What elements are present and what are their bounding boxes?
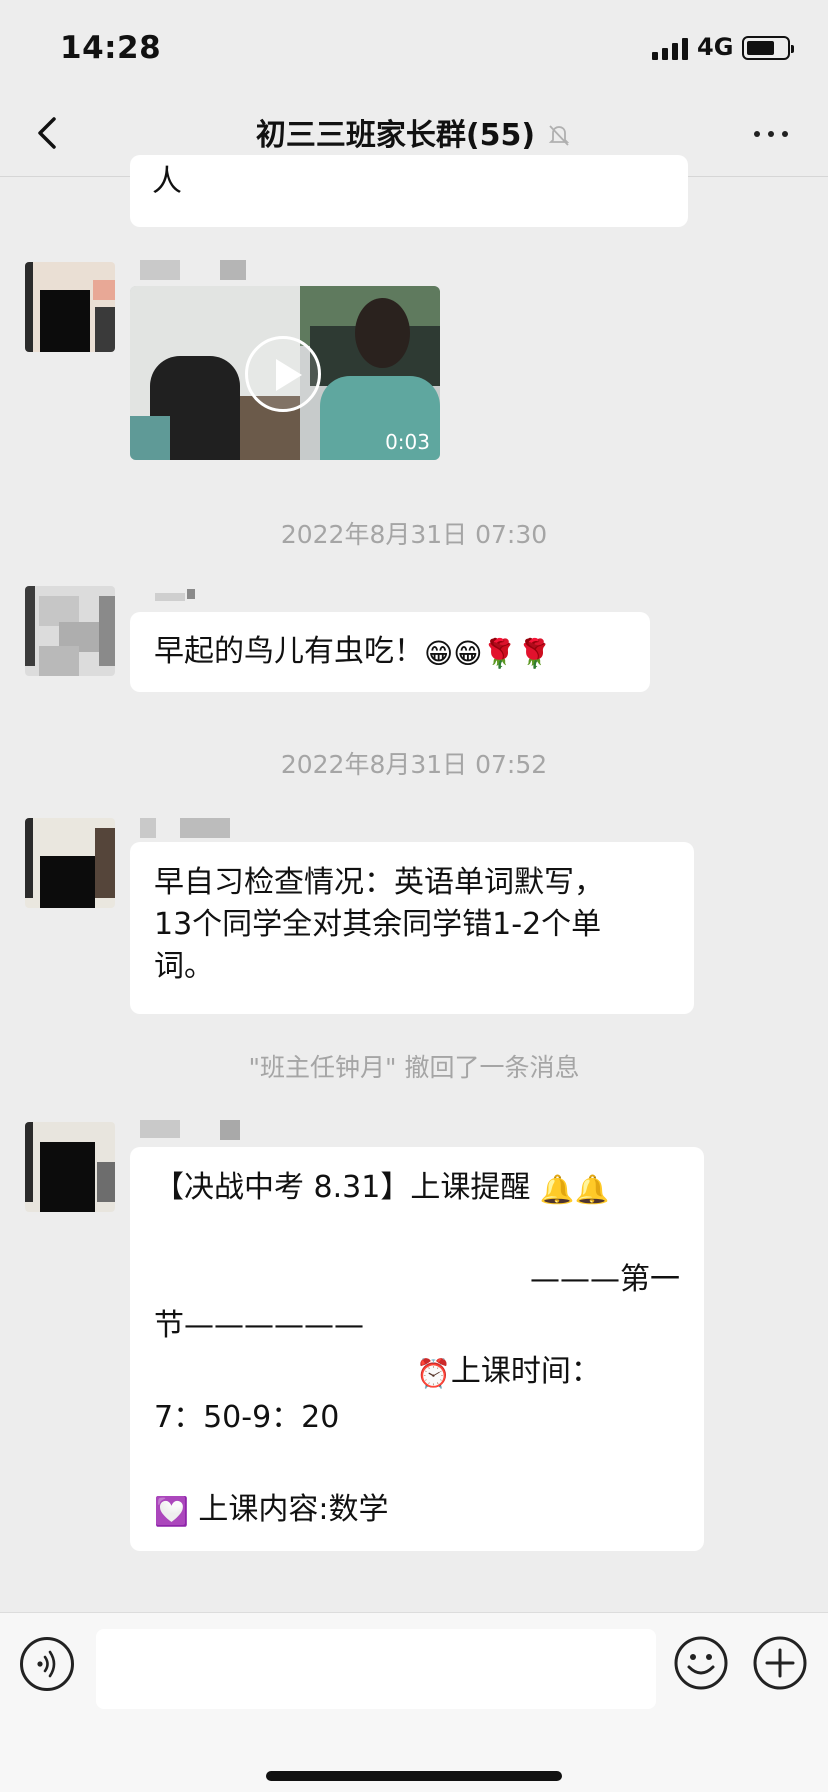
video-message[interactable]: 0:03: [130, 286, 440, 460]
timestamp: 2022年8月31日 07:30: [280, 520, 548, 549]
message-text-line: 13个同学全对其余同学错1-2个单: [154, 907, 602, 942]
play-icon[interactable]: [245, 336, 321, 412]
video-duration: 0:03: [385, 430, 430, 454]
input-bar: [0, 1612, 828, 1792]
grin-emoji: 😁: [424, 637, 454, 670]
message-text: 7：50-9：20: [154, 1400, 340, 1435]
status-bar: 14:28 4G: [0, 0, 828, 95]
message-text: 【决战中考 8.31】上课提醒: [154, 1170, 531, 1205]
mute-bell-icon: [548, 125, 570, 146]
avatar[interactable]: [25, 818, 115, 908]
bell-emoji: 🔔🔔: [539, 1173, 610, 1206]
alarm-clock-emoji: ⏰: [416, 1357, 451, 1390]
avatar[interactable]: [25, 1122, 115, 1212]
message-text: ———第一: [530, 1262, 680, 1297]
message-text: 节——————: [154, 1308, 364, 1343]
heart-emoji: 💟: [154, 1495, 189, 1528]
message-bubble[interactable]: 早起的鸟儿有虫吃！😁😁🌹🌹: [130, 612, 650, 692]
signal-icon: [652, 38, 690, 60]
chat-title[interactable]: 初三三班家长群(55): [256, 118, 535, 153]
message-text: 上课内容:数学: [198, 1492, 389, 1527]
status-time: 14:28: [60, 30, 162, 66]
message-line: 节——————: [154, 1303, 680, 1349]
rose-emoji: 🌹: [482, 637, 518, 670]
avatar[interactable]: [25, 262, 115, 352]
message-line: 【决战中考 8.31】上课提醒 🔔🔔: [154, 1165, 680, 1211]
home-indicator: [266, 1771, 562, 1781]
message-line: ⏰上课时间：: [154, 1349, 680, 1395]
message-text: 早起的鸟儿有虫吃！: [154, 634, 424, 669]
rose-emoji: 🌹: [517, 637, 553, 670]
message-text: 人: [152, 164, 182, 199]
battery-icon: [742, 36, 794, 60]
message-text: 上课时间：: [450, 1354, 601, 1389]
recall-notice: "班主任钟月" 撤回了一条消息: [248, 1053, 580, 1082]
grin-emoji: 😁: [453, 637, 483, 670]
message-bubble[interactable]: 早自习检查情况：英语单词默写， 13个同学全对其余同学错1-2个单 词。: [130, 842, 694, 1014]
network-type: 4G: [697, 33, 734, 61]
more-options-icon[interactable]: [752, 121, 790, 151]
message-text-line: 早自习检查情况：英语单词默写，: [154, 865, 604, 900]
message-text-line: 词。: [154, 949, 214, 984]
message-line: ———第一: [154, 1257, 680, 1303]
message-line: 7：50-9：20: [154, 1395, 680, 1441]
message-input[interactable]: [96, 1629, 656, 1709]
avatar[interactable]: [25, 586, 115, 676]
emoji-icon[interactable]: [673, 1635, 729, 1691]
voice-input-icon[interactable]: [20, 1637, 74, 1691]
nav-title-wrap: 初三三班家长群(55): [0, 110, 828, 154]
message-bubble-previous[interactable]: 人: [130, 155, 688, 227]
message-bubble[interactable]: 【决战中考 8.31】上课提醒 🔔🔔 ———第一 节—————— ⏰上课时间： …: [130, 1147, 704, 1551]
timestamp: 2022年8月31日 07:52: [280, 750, 548, 779]
add-icon[interactable]: [752, 1635, 808, 1691]
message-line: 💟 上课内容:数学: [154, 1487, 680, 1533]
